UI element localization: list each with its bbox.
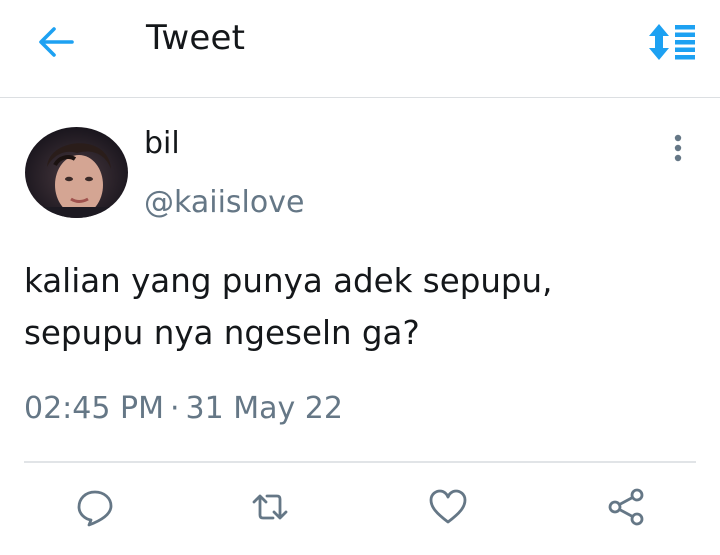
share-button[interactable] <box>606 487 646 527</box>
reply-button[interactable] <box>75 487 115 527</box>
retweet-icon <box>252 494 288 520</box>
retweet-button[interactable] <box>250 487 290 527</box>
timestamp: 02:45 PM · 31 May 22 <box>24 391 343 426</box>
sort-list-icon <box>649 24 695 60</box>
user-handle[interactable]: @kaiislove <box>144 185 304 220</box>
share-icon <box>608 488 644 526</box>
tweet-date: 31 May 22 <box>185 391 343 426</box>
page-title: Tweet <box>146 18 246 58</box>
back-button[interactable] <box>30 22 80 62</box>
avatar[interactable] <box>25 127 128 218</box>
tweet-time: 02:45 PM <box>24 391 164 426</box>
arrow-left-icon <box>39 27 74 57</box>
display-name[interactable]: bil <box>144 126 180 161</box>
tweet-text-line: kalian yang punya adek sepupu, <box>24 262 553 300</box>
sort-button[interactable] <box>646 22 698 62</box>
reply-icon <box>77 490 113 527</box>
top-bar: Tweet <box>0 0 720 98</box>
more-vertical-icon <box>674 134 682 162</box>
divider <box>24 461 696 463</box>
heart-icon <box>429 489 467 524</box>
profile-photo <box>25 127 128 218</box>
tweet-text: kalian yang punya adek sepupu, sepupu ny… <box>24 255 704 359</box>
tweet-detail: bil @kaiislove kalian yang punya adek se… <box>0 99 720 555</box>
timestamp-separator: · <box>169 391 180 426</box>
like-button[interactable] <box>428 487 468 527</box>
more-options-button[interactable] <box>664 131 692 165</box>
tweet-text-line: sepupu nya ngeseln ga? <box>24 314 420 352</box>
